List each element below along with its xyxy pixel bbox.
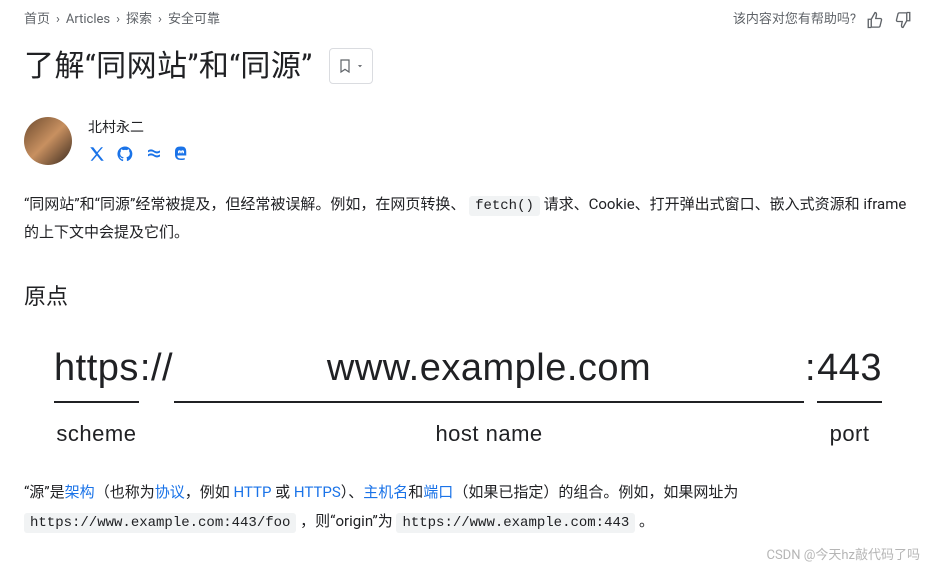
code-example-url: https://www.example.com:443/foo [24, 513, 296, 533]
code-fetch: fetch() [469, 196, 540, 216]
text: ，例如 [185, 483, 234, 501]
thumbs-up-icon[interactable] [866, 11, 884, 29]
diagram-scheme-text: https [54, 340, 139, 397]
author-block: 北村永二 [24, 117, 912, 165]
underline [54, 401, 139, 403]
helpful-text: 该内容对您有帮助吗? [733, 10, 856, 30]
origin-explanation: “源”是架构（也称为协议，例如 HTTP 或 HTTPS）、主机名和端口（如果已… [24, 478, 912, 536]
helpful-prompt: 该内容对您有帮助吗? [733, 10, 912, 30]
mastodon-icon[interactable] [172, 145, 190, 163]
diagram-scheme-label: scheme [54, 417, 139, 450]
diagram-port-label: port [817, 417, 882, 450]
text: ，则“origin”为 [296, 512, 396, 530]
underline [174, 401, 804, 403]
diagram-host-text: www.example.com [174, 340, 804, 397]
text: 和 [408, 483, 423, 501]
text: “同网站”和“同源”经常被提及，但经常被误解。例如，在网页转换、 [24, 195, 469, 213]
chevron-right-icon: › [116, 10, 120, 30]
breadcrumb-item[interactable]: 安全可靠 [168, 10, 220, 30]
text: （如果已指定）的组合。例如，如果网址为 [453, 483, 738, 501]
thumbs-down-icon[interactable] [894, 11, 912, 29]
chevron-right-icon: › [56, 10, 60, 30]
author-socials [88, 145, 190, 163]
underline [817, 401, 882, 403]
link-architecture[interactable]: 架构 [65, 483, 95, 501]
link-http[interactable]: HTTP [233, 483, 271, 501]
section-heading-origin: 原点 [24, 281, 912, 314]
page-title: 了解“同网站”和“同源” [24, 44, 313, 89]
breadcrumb-item[interactable]: 探索 [126, 10, 152, 30]
origin-diagram: https scheme :// www.example.com host na… [24, 340, 912, 450]
link-hostname[interactable]: 主机名 [363, 483, 408, 501]
chevron-right-icon: › [158, 10, 162, 30]
breadcrumb-item[interactable]: Articles [66, 10, 110, 30]
code-example-origin: https://www.example.com:443 [396, 513, 635, 533]
author-name: 北村永二 [88, 118, 190, 139]
diagram-separator: : [804, 340, 817, 397]
diagram-separator: :// [139, 340, 174, 397]
link-https[interactable]: HTTPS [294, 483, 341, 501]
bookmark-button[interactable] [329, 48, 373, 84]
x-icon[interactable] [88, 145, 106, 163]
text: 。 [635, 512, 654, 530]
link-port[interactable]: 端口 [423, 483, 453, 501]
text: （也称为 [95, 483, 155, 501]
diagram-port-text: 443 [817, 340, 882, 397]
avatar [24, 117, 72, 165]
diagram-host-label: host name [174, 417, 804, 450]
text: ）、 [341, 483, 364, 501]
text: “源”是 [24, 483, 65, 501]
link-protocol[interactable]: 协议 [155, 483, 185, 501]
glitch-icon[interactable] [144, 145, 162, 163]
breadcrumb-item[interactable]: 首页 [24, 10, 50, 30]
watermark: CSDN @今天hz敲代码了吗 [767, 546, 921, 566]
text: 或 [271, 483, 293, 501]
intro-paragraph: “同网站”和“同源”经常被提及，但经常被误解。例如，在网页转换、 fetch()… [24, 191, 912, 248]
github-icon[interactable] [116, 145, 134, 163]
